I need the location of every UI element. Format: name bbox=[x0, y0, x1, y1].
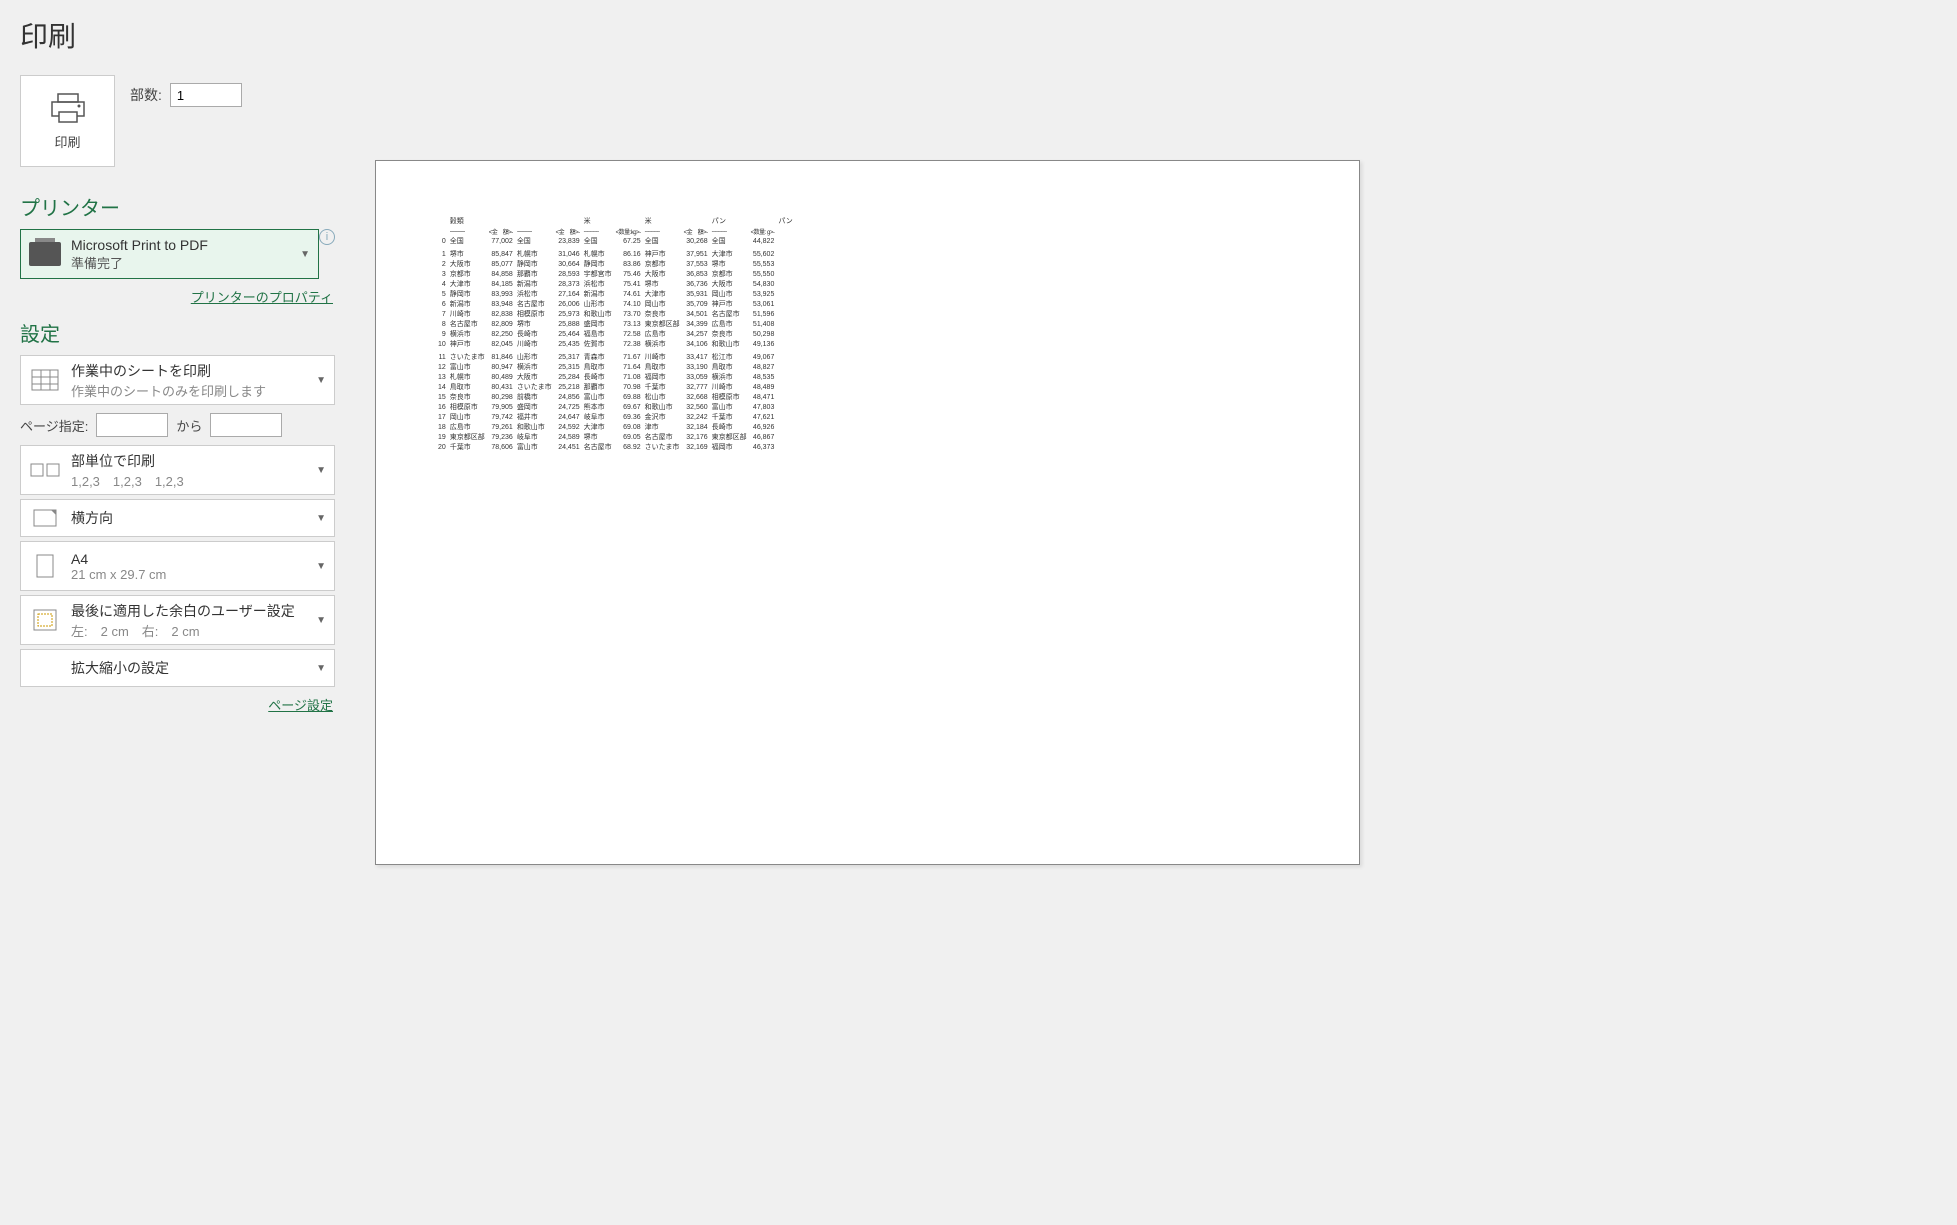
print-what-selector[interactable]: 作業中のシートを印刷 作業中のシートのみを印刷します ▼ bbox=[20, 355, 335, 405]
chevron-down-icon: ▼ bbox=[316, 375, 326, 386]
table-row: 9横浜市82,250長崎市25,464福島市72.58広島市34,257奈良市5… bbox=[436, 329, 799, 339]
table-row: 18広島市79,261和歌山市24,592大津市69.08津市32,184長崎市… bbox=[436, 422, 799, 432]
table-row: 5静岡市83,993浜松市27,164新潟市74.61大津市35,931岡山市5… bbox=[436, 289, 799, 299]
table-row: 16相模原市79,905盛岡市24,725熊本市69.67和歌山市32,560富… bbox=[436, 402, 799, 412]
info-icon[interactable]: i bbox=[319, 229, 335, 245]
page-range-label: ページ指定: bbox=[20, 416, 88, 435]
table-row: 13札幌市80,489大阪市25,284長崎市71.08福岡市33,059横浜市… bbox=[436, 372, 799, 382]
page-from-input[interactable] bbox=[96, 413, 168, 437]
table-row: 7川崎市82,838相模原市25,973和歌山市73.70奈良市34,501名古… bbox=[436, 309, 799, 319]
margins-sub: 左: 2 cm 右: 2 cm bbox=[71, 621, 326, 640]
collate-main: 部単位で印刷 bbox=[71, 451, 326, 471]
printer-icon bbox=[50, 92, 86, 124]
table-row: 0全国77,002全国23,839全国67.25全国30,268全国44,822 bbox=[436, 236, 799, 246]
preview-data-table: 穀類米米パンパン----------<金 額>-----------<金 額>-… bbox=[436, 216, 799, 452]
table-row: 2大阪市85,077静岡市30,664静岡市83.86京都市37,553堺市55… bbox=[436, 259, 799, 269]
paper-main: A4 bbox=[71, 551, 326, 567]
table-row: 14鳥取市80,431さいたま市25,218那覇市70.98千葉市32,777川… bbox=[436, 382, 799, 392]
print-what-sub: 作業中のシートのみを印刷します bbox=[71, 381, 326, 400]
collate-selector[interactable]: 部単位で印刷 1,2,3 1,2,3 1,2,3 ▼ bbox=[20, 445, 335, 495]
table-row: 3京都市84,858那覇市28,593宇都宮市75.46大阪市36,853京都市… bbox=[436, 269, 799, 279]
settings-section-heading: 設定 bbox=[20, 318, 335, 347]
page-setup-link[interactable]: ページ設定 bbox=[22, 695, 333, 714]
print-what-main: 作業中のシートを印刷 bbox=[71, 361, 326, 381]
copies-input[interactable] bbox=[170, 83, 242, 107]
chevron-down-icon: ▼ bbox=[316, 615, 326, 626]
printer-selector[interactable]: Microsoft Print to PDF 準備完了 ▼ bbox=[20, 229, 319, 279]
collate-icon bbox=[29, 461, 61, 479]
chevron-down-icon: ▼ bbox=[316, 663, 326, 674]
print-button[interactable]: 印刷 bbox=[20, 75, 115, 167]
orientation-selector[interactable]: 横方向 ▼ bbox=[20, 499, 335, 537]
printer-device-icon bbox=[29, 242, 61, 266]
table-row: 8名古屋市82,809堺市25,888盛岡市73.13東京都区部34,399広島… bbox=[436, 319, 799, 329]
page-range-to: から bbox=[176, 416, 202, 435]
page-title: 印刷 bbox=[20, 15, 335, 55]
margins-main: 最後に適用した余白のユーザー設定 bbox=[71, 601, 326, 621]
scaling-selector[interactable]: 拡大縮小の設定 ▼ bbox=[20, 649, 335, 687]
table-row: 17岡山市79,742福井市24,647岐阜市69.36金沢市32,242千葉市… bbox=[436, 412, 799, 422]
table-row: 10神戸市82,045川崎市25,435佐賀市72.38横浜市34,106和歌山… bbox=[436, 339, 799, 349]
chevron-down-icon: ▼ bbox=[316, 561, 326, 572]
printer-name: Microsoft Print to PDF bbox=[71, 237, 310, 253]
printer-properties-link[interactable]: プリンターのプロパティ bbox=[22, 287, 333, 306]
table-row: 6新潟市83,948名古屋市26,006山形市74.10岡山市35,709神戸市… bbox=[436, 299, 799, 309]
printer-section-heading: プリンター bbox=[20, 192, 335, 221]
table-row: 11さいたま市81,846山形市25,317青森市71.67川崎市33,417松… bbox=[436, 352, 799, 362]
preview-page: 穀類米米パンパン----------<金 額>-----------<金 額>-… bbox=[375, 160, 1360, 865]
table-row: 19東京都区部79,236岐阜市24,589堺市69.05名古屋市32,176東… bbox=[436, 432, 799, 442]
sheet-icon bbox=[29, 369, 61, 391]
chevron-down-icon: ▼ bbox=[300, 249, 310, 260]
table-row: 12富山市80,947横浜市25,315鳥取市71.64鳥取市33,190鳥取市… bbox=[436, 362, 799, 372]
orientation-icon bbox=[29, 509, 61, 527]
page-to-input[interactable] bbox=[210, 413, 282, 437]
table-row: 1堺市85,847札幌市31,046札幌市86.16神戸市37,951大津市55… bbox=[436, 249, 799, 259]
table-row: 4大津市84,185新潟市28,373浜松市75.41堺市36,736大阪市54… bbox=[436, 279, 799, 289]
table-row: 15奈良市80,298前橋市24,856富山市69.88松山市32,668相模原… bbox=[436, 392, 799, 402]
print-preview-panel: 穀類米米パンパン----------<金 額>-----------<金 額>-… bbox=[355, 0, 1957, 1225]
paper-icon bbox=[29, 554, 61, 578]
margins-icon bbox=[29, 609, 61, 631]
margins-selector[interactable]: 最後に適用した余白のユーザー設定 左: 2 cm 右: 2 cm ▼ bbox=[20, 595, 335, 645]
scaling-main: 拡大縮小の設定 bbox=[71, 658, 326, 678]
collate-sub: 1,2,3 1,2,3 1,2,3 bbox=[71, 471, 326, 490]
paper-sub: 21 cm x 29.7 cm bbox=[71, 567, 326, 582]
print-settings-panel: 印刷 印刷 部数: プリンター i Microsoft Print to PDF… bbox=[0, 0, 355, 1225]
chevron-down-icon: ▼ bbox=[316, 513, 326, 524]
orientation-main: 横方向 bbox=[71, 508, 326, 528]
print-button-label: 印刷 bbox=[54, 132, 80, 151]
copies-label: 部数: bbox=[130, 85, 162, 105]
table-row: 20千葉市78,606富山市24,451名古屋市68.92さいたま市32,169… bbox=[436, 442, 799, 452]
paper-selector[interactable]: A4 21 cm x 29.7 cm ▼ bbox=[20, 541, 335, 591]
chevron-down-icon: ▼ bbox=[316, 465, 326, 476]
printer-status: 準備完了 bbox=[71, 253, 310, 272]
